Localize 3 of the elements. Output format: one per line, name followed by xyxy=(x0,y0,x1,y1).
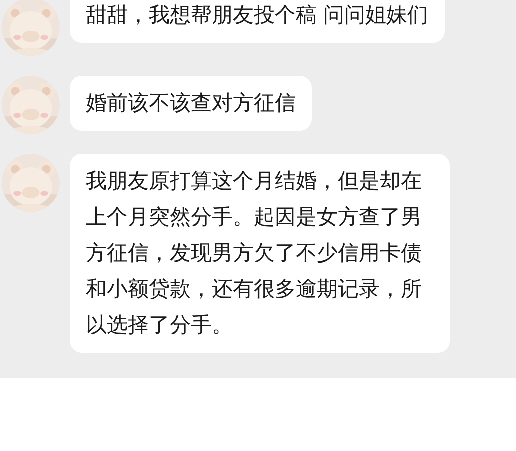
message-text: 甜甜，我想帮朋友投个稿 问问姐妹们 xyxy=(86,2,429,29)
message-text: 婚前该不该查对方征信 xyxy=(86,90,296,117)
message-text: 我朋友原打算这个月结婚，但是却在上个月突然分手。起因是女方查了男方征信，发现男方欠了不少信用卡债和小额贷款，还有很多逾期记录，所以选择了分手。 xyxy=(86,168,423,339)
